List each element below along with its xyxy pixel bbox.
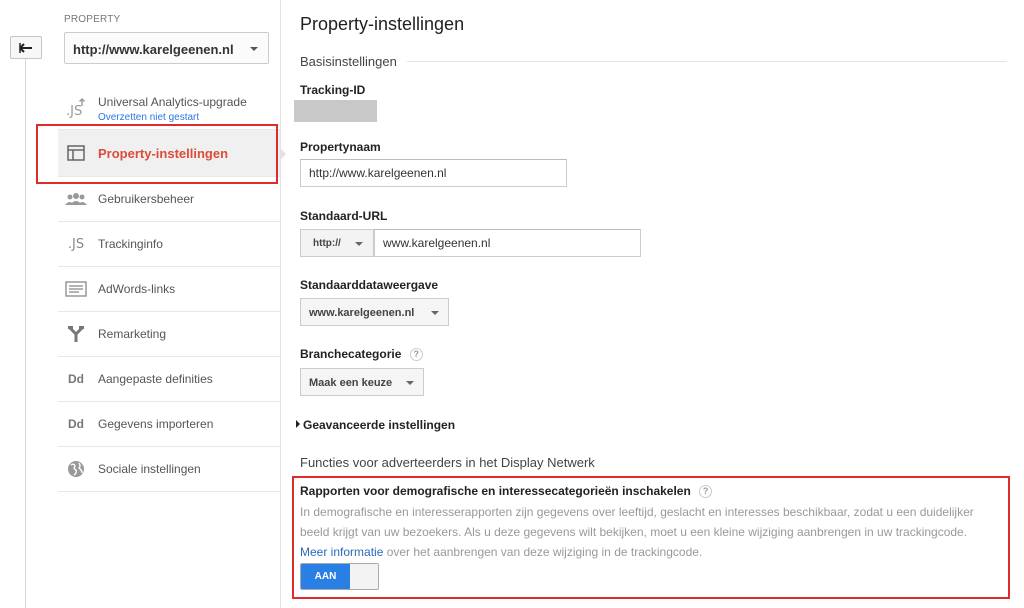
- default-view-label: Standaarddataweergave: [300, 278, 439, 292]
- default-view-select[interactable]: www.karelgeenen.nl: [300, 298, 449, 326]
- sidebar-item-label: Trackinginfo: [98, 237, 163, 251]
- js-icon: .JS: [65, 233, 87, 255]
- globe-icon: [65, 458, 87, 480]
- protocol-value: http://: [313, 238, 341, 249]
- back-button[interactable]: [10, 36, 42, 59]
- sidebar-item-label: Gebruikersbeheer: [98, 192, 195, 206]
- default-url-label: Standaard-URL: [300, 209, 388, 223]
- chevron-down-icon: [431, 311, 439, 315]
- sidebar-item-custom-definitions[interactable]: Dd Aangepaste definities: [58, 357, 280, 402]
- js-upgrade-icon-text: .JS: [66, 104, 82, 119]
- tracking-id-label: Tracking-ID: [300, 83, 366, 97]
- sidebar-item-adwords-links[interactable]: AdWords-links: [58, 267, 280, 312]
- users-icon: [65, 188, 87, 210]
- property-name-label: Propertynaam: [300, 140, 381, 154]
- active-item-pointer: [280, 148, 286, 160]
- adwords-icon: [65, 278, 87, 300]
- dd-icon: Dd: [65, 368, 87, 390]
- sidebar-item-tracking-info[interactable]: .JS Trackinginfo: [58, 222, 280, 267]
- sidebar-item-label: Remarketing: [98, 327, 167, 341]
- more-info-rest: over het aanbrengen van deze wijziging i…: [383, 545, 703, 559]
- industry-category-value: Maak een keuze: [309, 377, 393, 389]
- default-url-input[interactable]: www.karelgeenen.nl: [374, 229, 641, 257]
- tree-line: [25, 56, 26, 608]
- page-title: Property-instellingen: [300, 14, 465, 34]
- industry-category-label-text: Branchecategorie: [300, 347, 402, 361]
- back-arrow-icon: [19, 42, 32, 53]
- protocol-select[interactable]: http://: [300, 229, 374, 257]
- chevron-down-icon: [406, 381, 414, 385]
- property-label: PROPERTY: [64, 14, 121, 25]
- sidebar-item-data-import[interactable]: Dd Gegevens importeren: [58, 402, 280, 447]
- dd-icon: Dd: [65, 413, 87, 435]
- property-select-value: http://www.karelgeenen.nl: [73, 42, 234, 57]
- basic-settings-heading: Basisinstellingen: [300, 54, 1007, 69]
- dd-icon-text: Dd: [68, 372, 84, 386]
- sidebar-item-label: Sociale instellingen: [98, 462, 201, 476]
- default-view-value: www.karelgeenen.nl: [309, 307, 415, 319]
- main-panel: Property-instellingen Basisinstellingen …: [292, 0, 1024, 608]
- chevron-down-icon: [250, 47, 258, 51]
- sidebar-item-label: Universal Analytics-upgrade: [98, 94, 247, 109]
- industry-category-label: Branchecategorie ?: [300, 347, 423, 362]
- sidebar-item-remarketing[interactable]: Remarketing: [58, 312, 280, 357]
- chevron-down-icon: [355, 242, 363, 246]
- tracking-id-redacted: [294, 100, 377, 122]
- display-network-heading: Functies voor adverteerders in het Displ…: [300, 455, 595, 470]
- demographics-description-text: In demografische en interesserapporten z…: [300, 505, 974, 539]
- advanced-settings-label: Geavanceerde instellingen: [303, 418, 456, 432]
- industry-category-select[interactable]: Maak een keuze: [300, 368, 424, 396]
- sidebar-item-label: AdWords-links: [98, 282, 176, 296]
- advanced-settings-toggle[interactable]: Geavanceerde instellingen: [296, 418, 455, 432]
- display-network-heading-text: Functies voor adverteerders in het Displ…: [300, 455, 595, 470]
- highlight-box-property-settings: [36, 124, 278, 184]
- demographics-toggle[interactable]: AAN: [300, 563, 379, 590]
- left-strip: [0, 0, 56, 608]
- help-icon[interactable]: ?: [409, 348, 423, 362]
- sidebar-item-label: Gegevens importeren: [98, 417, 214, 431]
- basic-settings-heading-text: Basisinstellingen: [300, 54, 397, 69]
- toggle-on-label: AAN: [301, 564, 350, 589]
- demographics-description: In demografische en interesserapporten z…: [300, 502, 1005, 562]
- dd-icon-text: Dd: [68, 417, 84, 431]
- sidebar-item-social-settings[interactable]: Sociale instellingen: [58, 447, 280, 492]
- js-icon-text: .JS: [67, 236, 85, 252]
- more-info-link[interactable]: Meer informatie: [300, 545, 383, 559]
- sidebar-item-label: Aangepaste definities: [98, 372, 213, 386]
- demographics-title: Rapporten voor demografische en interess…: [300, 484, 713, 499]
- remarketing-icon: [65, 323, 87, 345]
- property-name-input[interactable]: http://www.karelgeenen.nl: [300, 159, 567, 187]
- js-upgrade-icon: .JS: [65, 97, 87, 119]
- sidebar: PROPERTY http://www.karelgeenen.nl .JS U…: [56, 0, 280, 608]
- help-icon[interactable]: ?: [699, 485, 713, 499]
- property-select[interactable]: http://www.karelgeenen.nl: [64, 32, 269, 64]
- demographics-title-text: Rapporten voor demografische en interess…: [300, 484, 691, 498]
- divider: [406, 61, 1007, 62]
- triangle-right-icon: [296, 420, 300, 428]
- sidebar-divider: [280, 0, 281, 608]
- upgrade-status-link[interactable]: Overzetten niet gestart: [98, 112, 247, 123]
